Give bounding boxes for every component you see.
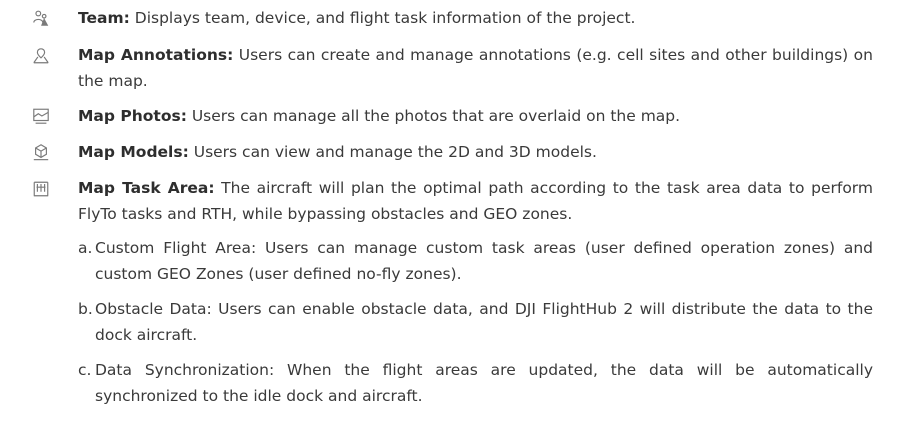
description: Users can manage all the photos that are… bbox=[186, 107, 681, 125]
sub-item-text: Data Synchronization: When the flight ar… bbox=[95, 361, 873, 405]
document-page: Team: Displays team, device, and flight … bbox=[0, 0, 899, 442]
term-label: Map Photos: bbox=[78, 107, 187, 125]
sub-list-item-custom-flight-area: a. Custom Flight Area: Users can manage c… bbox=[78, 235, 873, 287]
map-photo-icon bbox=[31, 106, 51, 126]
sub-item-text: Obstacle Data: Users can enable obstacle… bbox=[95, 300, 873, 344]
description: Users can view and manage the 2D and 3D … bbox=[188, 143, 597, 161]
list-item-text: Map Photos: Users can manage all the pho… bbox=[78, 103, 873, 129]
list-item-text: Map Models: Users can view and manage th… bbox=[78, 139, 873, 165]
team-icon bbox=[31, 8, 51, 28]
map-task-area-icon bbox=[31, 179, 51, 199]
description: Displays team, device, and flight task i… bbox=[129, 9, 636, 27]
list-item-text: Map Annotations: Users can create and ma… bbox=[78, 42, 873, 94]
sub-list-item-data-synchronization: c. Data Synchronization: When the flight … bbox=[78, 357, 873, 409]
sub-item-letter: a. bbox=[78, 239, 93, 257]
term-label: Map Task Area: bbox=[78, 179, 215, 197]
map-model-icon bbox=[31, 142, 51, 162]
sub-list-item-obstacle-data: b. Obstacle Data: Users can enable obstac… bbox=[78, 296, 873, 348]
term-label: Team: bbox=[78, 9, 130, 27]
list-item-text: Team: Displays team, device, and flight … bbox=[78, 5, 873, 31]
term-label: Map Annotations: bbox=[78, 46, 234, 64]
map-annotation-icon bbox=[31, 46, 51, 66]
term-label: Map Models: bbox=[78, 143, 189, 161]
list-item-text: Map Task Area: The aircraft will plan th… bbox=[78, 175, 873, 227]
sub-item-text: Custom Flight Area: Users can manage cus… bbox=[95, 239, 873, 283]
sub-item-letter: b. bbox=[78, 300, 93, 318]
sub-item-letter: c. bbox=[78, 361, 92, 379]
